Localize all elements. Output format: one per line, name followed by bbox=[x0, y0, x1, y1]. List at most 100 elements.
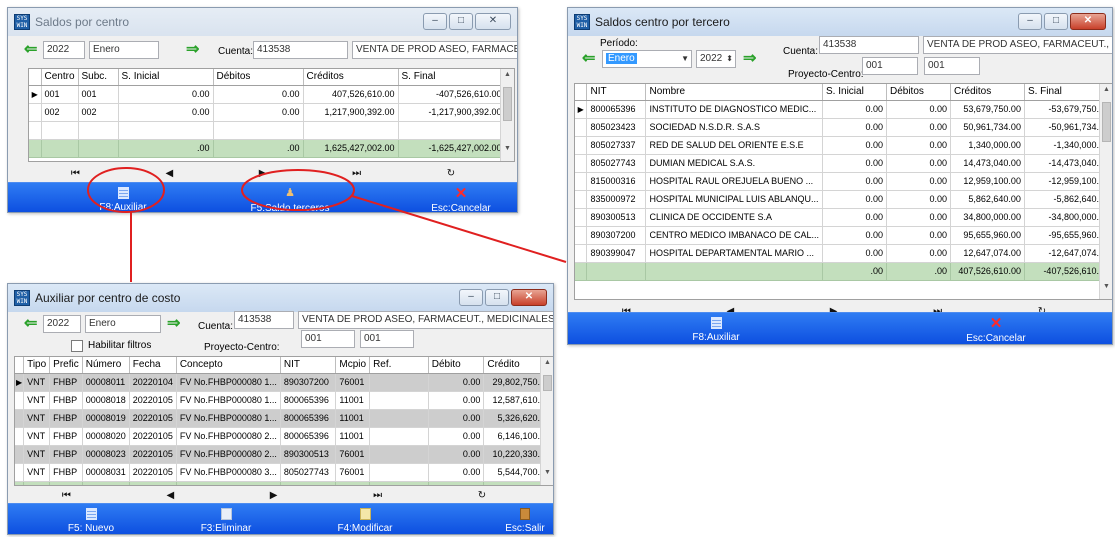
proyecto-field-2[interactable]: 001 bbox=[924, 57, 980, 75]
salir-button[interactable]: Esc:Salir bbox=[480, 508, 553, 534]
maximize-button[interactable]: □ bbox=[449, 13, 473, 30]
table-row[interactable]: 890307200 CENTRO MEDICO IMBANACO DE CAL..… bbox=[575, 226, 1112, 245]
auxiliar-button[interactable]: F8:Auxiliar bbox=[671, 317, 761, 343]
month-field[interactable]: Enero bbox=[85, 315, 161, 333]
table-row[interactable]: 805027337 RED DE SALUD DEL ORIENTE E.S.E 0… bbox=[575, 136, 1112, 155]
vertical-scrollbar[interactable]: ▲ ▼ bbox=[1099, 84, 1112, 299]
next-record-icon[interactable]: ▶ bbox=[259, 168, 267, 179]
eliminar-button[interactable]: F3:Eliminar bbox=[181, 508, 271, 534]
table-row[interactable]: 835000972 HOSPITAL MUNICIPAL LUIS ABLANQU… bbox=[575, 190, 1112, 209]
refresh-icon[interactable]: ↻ bbox=[478, 490, 486, 501]
table-row[interactable]: ▶ VNT FHBP 00008011 20220104 FV No.FHBP000080… bbox=[15, 373, 553, 392]
column-header[interactable]: Número bbox=[82, 357, 130, 374]
column-header[interactable]: NIT bbox=[280, 357, 337, 374]
prev-record-icon[interactable]: ◀ bbox=[166, 490, 174, 501]
column-header[interactable]: Tipo bbox=[23, 357, 51, 374]
proyecto-field-1[interactable]: 001 bbox=[862, 57, 918, 75]
vertical-scrollbar[interactable]: ▲ ▼ bbox=[540, 357, 553, 485]
close-button[interactable]: ✕ bbox=[1070, 13, 1106, 30]
table-row[interactable]: VNT FHBP 00008023 20220105 FV No.FHBP000080 … bbox=[15, 445, 553, 464]
column-header[interactable]: Fecha bbox=[129, 357, 177, 374]
table-row[interactable]: ▶ 001 001 0.00 0.00 407,526,610.00 -407,… bbox=[29, 85, 506, 104]
proyecto-field-2[interactable]: 001 bbox=[360, 330, 414, 348]
cuenta-code-field[interactable]: 413538 bbox=[253, 41, 348, 59]
table-row[interactable]: VNT FHBP 00008031 20220105 FV No.FHBP000080 … bbox=[15, 463, 553, 482]
minimize-button[interactable]: – bbox=[459, 289, 483, 306]
auxiliar-grid[interactable]: Tipo Prefic Número Fecha Concepto NIT Mc… bbox=[14, 356, 553, 486]
column-header[interactable]: S. Final bbox=[398, 69, 506, 86]
column-header[interactable]: S. Inicial bbox=[822, 84, 887, 101]
year-spinner[interactable]: 2022 ⬍ bbox=[696, 50, 736, 68]
column-header[interactable]: Débitos bbox=[213, 69, 304, 86]
column-header[interactable]: Débitos bbox=[886, 84, 951, 101]
table-row[interactable]: 805027743 DUMIAN MEDICAL S.A.S. 0.00 0.00 14… bbox=[575, 154, 1112, 173]
table-row[interactable]: 815000316 HOSPITAL RAUL OREJUELA BUENO ..… bbox=[575, 172, 1112, 191]
refresh-icon[interactable]: ↻ bbox=[447, 168, 455, 179]
next-period-arrow-icon[interactable]: ⇒ bbox=[743, 51, 756, 67]
column-header[interactable]: NIT bbox=[586, 84, 647, 101]
prev-period-arrow-icon[interactable]: ⇐ bbox=[24, 42, 37, 58]
first-record-icon[interactable]: ⏮ bbox=[71, 168, 80, 179]
auxiliar-button[interactable]: F8:Auxiliar bbox=[78, 187, 168, 212]
column-header[interactable]: Nombre bbox=[645, 84, 823, 101]
habilitar-filtros-checkbox[interactable] bbox=[71, 340, 83, 352]
table-row[interactable]: 890300513 CLINICA DE OCCIDENTE S.A 0.00 0.0… bbox=[575, 208, 1112, 227]
column-header[interactable]: Débito bbox=[428, 357, 485, 374]
cuenta-code-field[interactable]: 413538 bbox=[819, 36, 919, 54]
chevron-down-icon[interactable]: ▼ bbox=[681, 51, 689, 67]
cuenta-label: Cuenta: bbox=[218, 46, 254, 57]
next-period-arrow-icon[interactable]: ⇒ bbox=[186, 42, 199, 58]
terceros-grid[interactable]: NIT Nombre S. Inicial Débitos Créditos S… bbox=[574, 83, 1112, 300]
modificar-button[interactable]: F4:Modificar bbox=[320, 508, 410, 534]
column-header[interactable]: Mcpio bbox=[335, 357, 371, 374]
last-record-icon[interactable]: ⏭ bbox=[373, 490, 382, 501]
totals-row: .00.00 407,526,610.00 -407,526,610.00 bbox=[575, 262, 1112, 281]
next-period-arrow-icon[interactable]: ⇒ bbox=[167, 316, 180, 332]
vertical-scrollbar[interactable]: ▲ ▼ bbox=[500, 69, 514, 161]
row-indicator-icon: ▶ bbox=[29, 85, 42, 104]
close-button[interactable]: ✕ bbox=[475, 13, 511, 30]
cancelar-button[interactable]: ✕ Esc:Cancelar bbox=[951, 316, 1041, 344]
person-icon: ♟ bbox=[285, 187, 295, 199]
exit-door-icon bbox=[520, 508, 530, 520]
column-header[interactable]: Prefic bbox=[49, 357, 83, 374]
month-field[interactable]: Enero bbox=[89, 41, 159, 59]
year-field[interactable]: 2022 bbox=[43, 315, 81, 333]
centros-grid[interactable]: Centro Subc. S. Inicial Débitos Créditos… bbox=[28, 68, 515, 162]
spinner-icon[interactable]: ⬍ bbox=[726, 51, 733, 67]
table-row[interactable]: ▶ 800065396 INSTITUTO DE DIAGNOSTICO MEDIC… bbox=[575, 100, 1112, 119]
next-record-icon[interactable]: ▶ bbox=[270, 490, 278, 501]
titlebar: SYS WIN Saldos por centro – □ ✕ bbox=[8, 8, 517, 36]
column-header[interactable]: Ref. bbox=[369, 357, 429, 374]
last-record-icon[interactable]: ⏭ bbox=[352, 168, 361, 179]
cuenta-code-field[interactable]: 413538 bbox=[234, 311, 294, 329]
table-row[interactable]: VNT FHBP 00008018 20220105 FV No.FHBP000080 … bbox=[15, 391, 553, 410]
saldo-terceros-button[interactable]: ♟ F5:Saldo terceros bbox=[245, 187, 335, 212]
maximize-button[interactable]: □ bbox=[485, 289, 509, 306]
month-select[interactable]: Enero ▼ bbox=[602, 50, 692, 68]
proyecto-field-1[interactable]: 001 bbox=[301, 330, 355, 348]
prev-period-arrow-icon[interactable]: ⇐ bbox=[24, 316, 37, 332]
column-header[interactable]: Créditos bbox=[950, 84, 1025, 101]
column-header[interactable]: Créditos bbox=[303, 69, 399, 86]
year-field[interactable]: 2022 bbox=[43, 41, 85, 59]
prev-period-arrow-icon[interactable]: ⇐ bbox=[582, 51, 595, 67]
cancelar-button[interactable]: ✕ Esc:Cancelar bbox=[416, 186, 506, 212]
column-header[interactable]: Centro bbox=[41, 69, 79, 86]
cuenta-description-field: VENTA DE PROD ASEO, FARMACEUT., ME bbox=[923, 36, 1112, 54]
maximize-button[interactable]: □ bbox=[1044, 13, 1068, 30]
first-record-icon[interactable]: ⏮ bbox=[62, 490, 71, 501]
nuevo-button[interactable]: F5: Nuevo bbox=[46, 508, 136, 534]
table-row[interactable]: 890399047 HOSPITAL DEPARTAMENTAL MARIO ..… bbox=[575, 244, 1112, 263]
column-header[interactable]: Concepto bbox=[176, 357, 281, 374]
column-header[interactable]: S. Inicial bbox=[118, 69, 214, 86]
table-row[interactable]: VNT FHBP 00008020 20220105 FV No.FHBP000080 … bbox=[15, 427, 553, 446]
minimize-button[interactable]: – bbox=[423, 13, 447, 30]
prev-record-icon[interactable]: ◀ bbox=[165, 168, 173, 179]
close-button[interactable]: ✕ bbox=[511, 289, 547, 306]
table-row[interactable]: 805023423 SOCIEDAD N.S.D.R. S.A.S 0.00 0.00… bbox=[575, 118, 1112, 137]
table-row[interactable]: 002 002 0.00 0.00 1,217,900,392.00 -1,21… bbox=[29, 103, 506, 122]
minimize-button[interactable]: – bbox=[1018, 13, 1042, 30]
table-row[interactable]: VNT FHBP 00008019 20220105 FV No.FHBP000080 … bbox=[15, 409, 553, 428]
column-header[interactable]: Subc. bbox=[78, 69, 119, 86]
